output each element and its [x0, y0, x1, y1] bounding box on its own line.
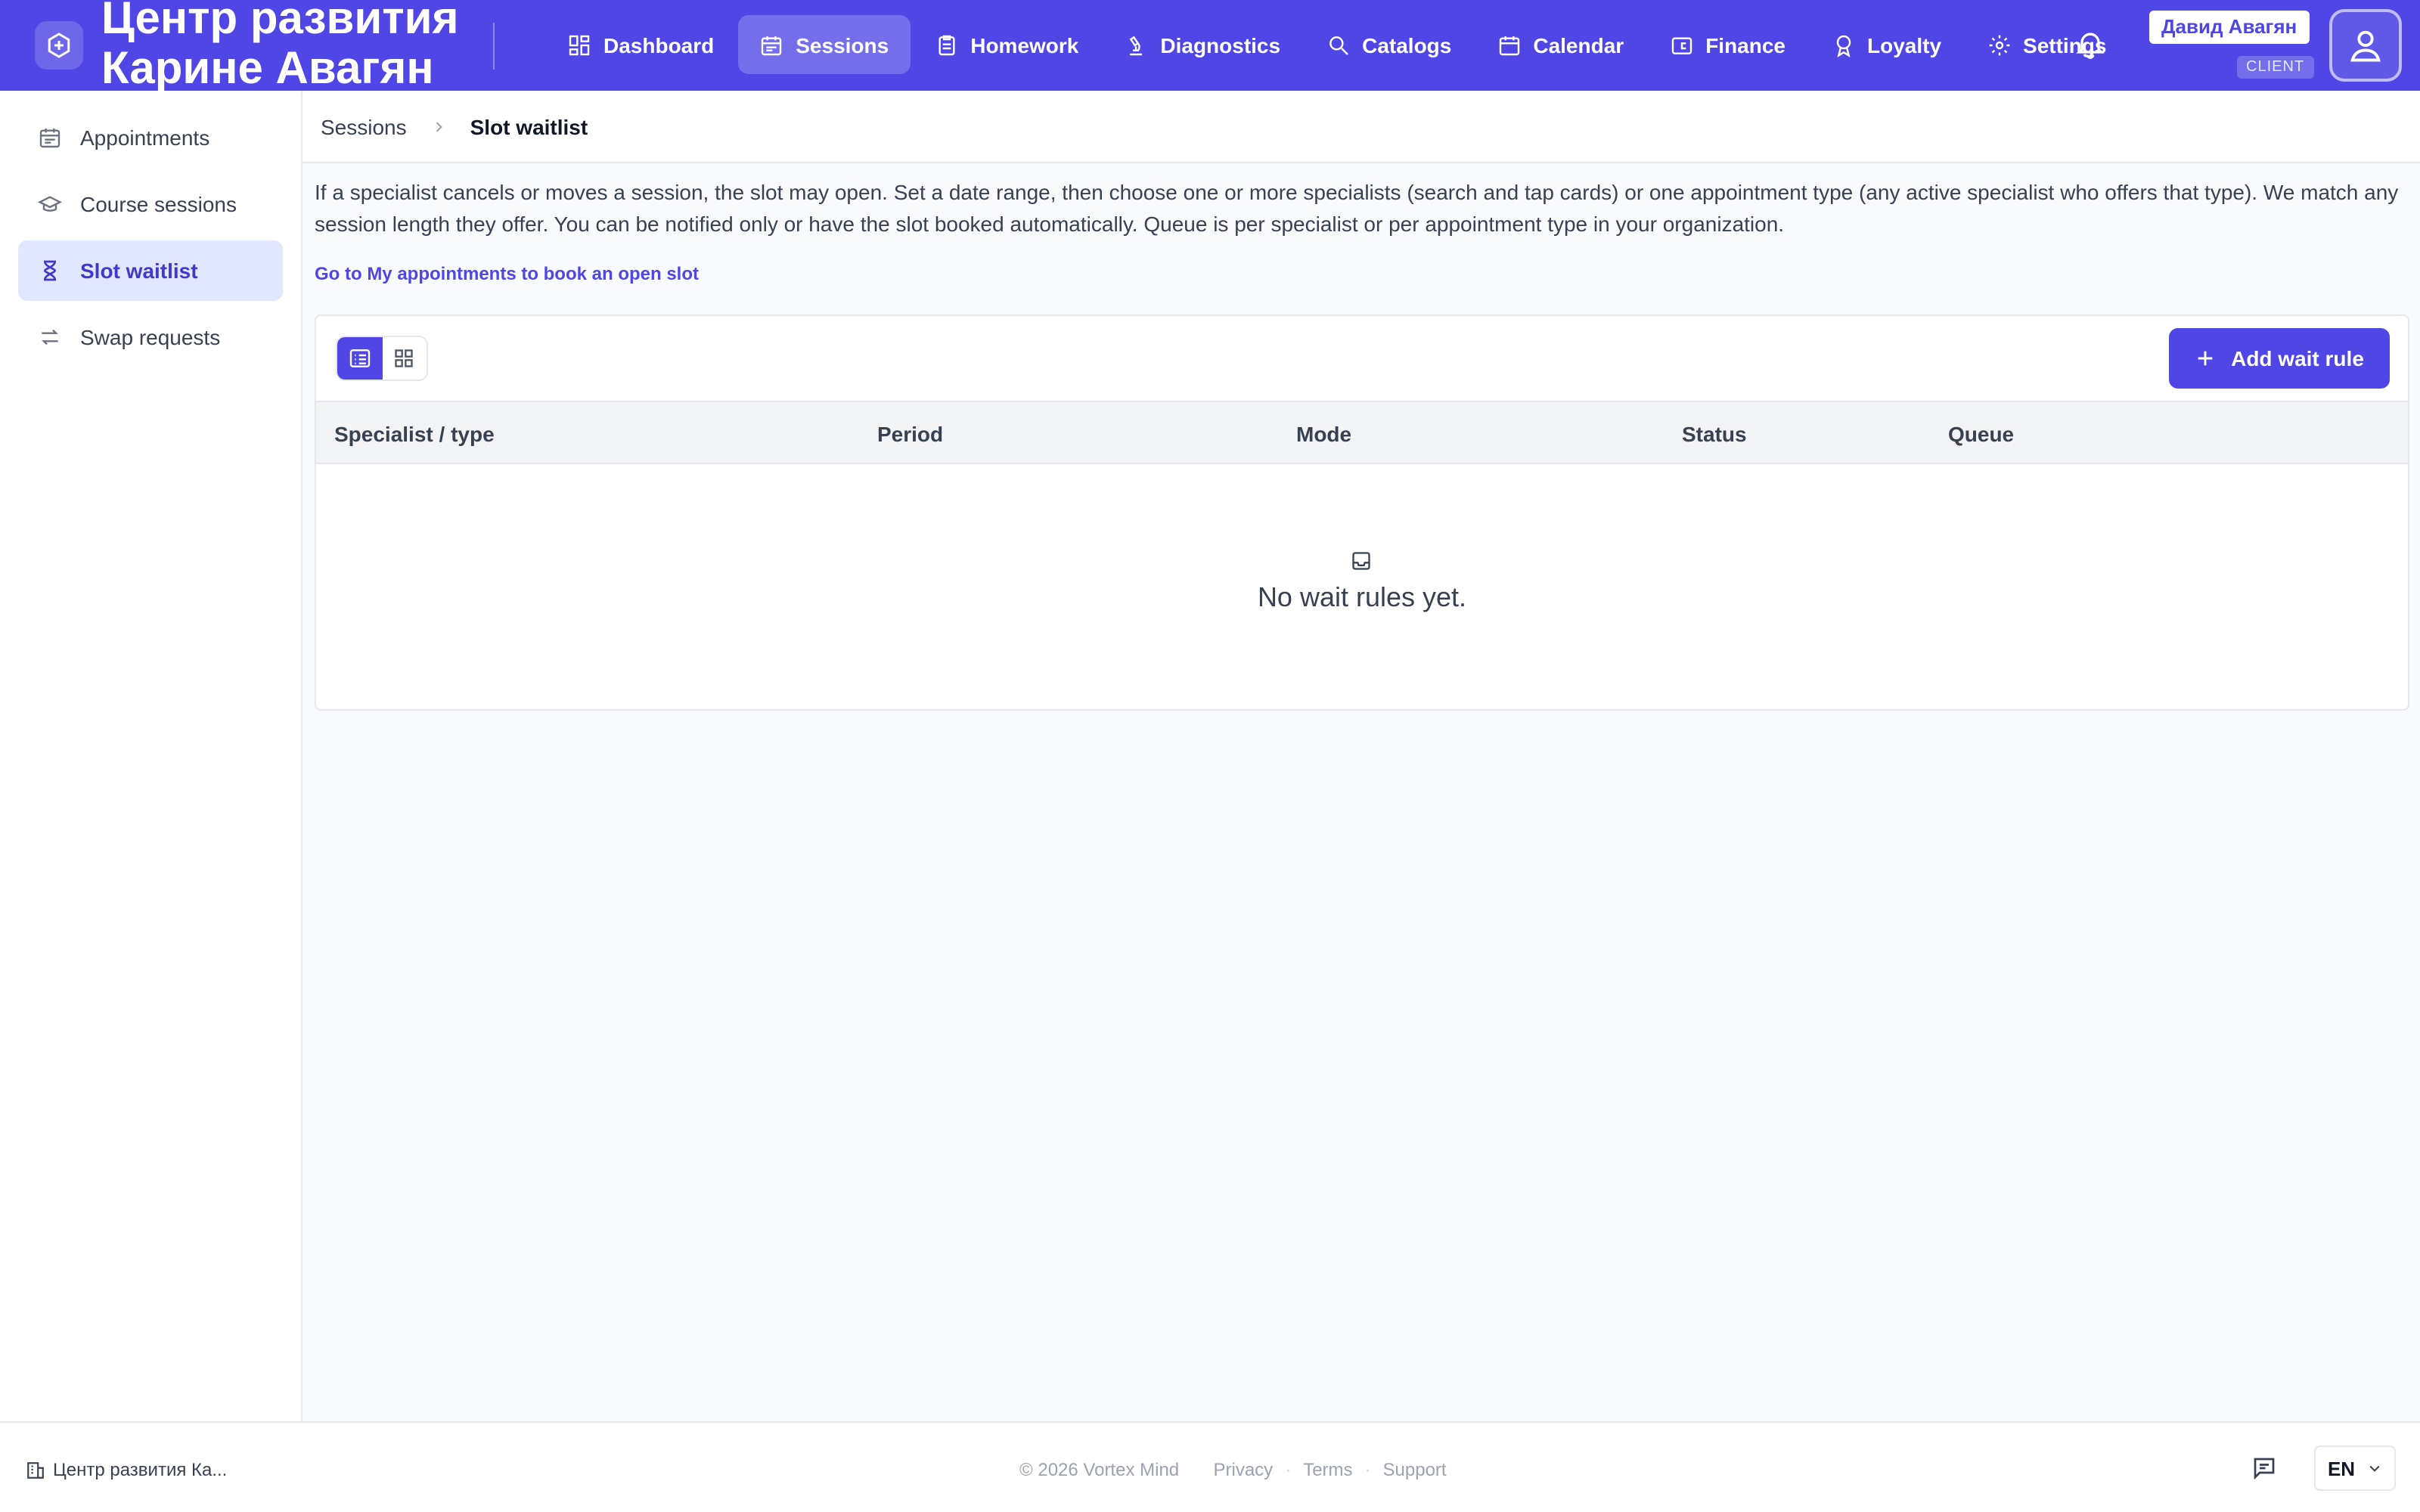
calendar-icon [1499, 36, 1519, 55]
search-icon [1329, 36, 1348, 54]
wallet-icon [1671, 36, 1692, 54]
nav-catalogs-label: Catalogs [1362, 33, 1452, 57]
notifications-bell-icon[interactable] [2074, 27, 2107, 68]
column-header-period: Period [877, 422, 944, 446]
footer-link-privacy[interactable]: Privacy [1214, 1459, 1274, 1480]
nav-finance-label: Finance [1705, 33, 1786, 57]
grid-view-button[interactable] [382, 337, 427, 380]
sidebar: Appointments Course sessions Slot waitli… [0, 91, 302, 1421]
view-toggle [336, 336, 428, 381]
plus-icon [2198, 351, 2213, 366]
nav-homework[interactable]: Homework [913, 15, 1100, 74]
sidebar-item-label: Slot waitlist [80, 259, 198, 283]
sidebar-item-label: Appointments [80, 125, 210, 150]
language-label: EN [2327, 1457, 2356, 1479]
swap-icon [42, 329, 58, 345]
footer-org-name: Центр развития Ка... [53, 1459, 228, 1480]
calendar-icon [39, 129, 60, 148]
top-bar: Центр развития Карине Авагян Dashboard S… [0, 0, 2420, 91]
inbox-icon [1351, 550, 1372, 579]
user-name-badge[interactable]: Давид Авагян [2149, 11, 2310, 44]
list-icon [349, 349, 370, 367]
nav-diagnostics-label: Diagnostics [1160, 33, 1281, 57]
nav-sessions[interactable]: Sessions [738, 15, 911, 74]
language-selector[interactable]: EN [2314, 1445, 2396, 1491]
breadcrumb-sessions-link[interactable]: Sessions [321, 114, 407, 138]
breadcrumb-current: Slot waitlist [470, 114, 588, 138]
homework-icon [938, 34, 954, 55]
book-open-slot-link[interactable]: Go to My appointments to book an open sl… [315, 263, 699, 284]
grid-icon [395, 349, 414, 367]
hourglass-icon [43, 260, 57, 281]
graduation-cap-icon [38, 196, 62, 212]
footer-separator [1191, 1459, 1201, 1480]
nav-catalogs[interactable]: Catalogs [1305, 15, 1472, 74]
gear-icon [1988, 34, 2009, 55]
page-intro-text: If a specialist cancels or moves a sessi… [315, 180, 2399, 236]
wait-rules-panel: Add wait rule Specialist / type Period M… [315, 314, 2409, 711]
copyright-text: © 2026 Vortex Mind [1019, 1459, 1180, 1480]
nav-loyalty[interactable]: Loyalty [1810, 15, 1962, 74]
empty-state: No wait rules yet. [316, 464, 2408, 709]
add-wait-rule-button[interactable]: Add wait rule [2169, 328, 2390, 389]
nav-calendar-label: Calendar [1533, 33, 1624, 57]
user-role-badge: CLIENT [2237, 56, 2314, 79]
sidebar-item-course-sessions[interactable]: Course sessions [18, 174, 283, 234]
building-icon [27, 1461, 44, 1478]
org-title: Центр развития Карине Авагян [101, 0, 459, 91]
sidebar-item-label: Swap requests [80, 325, 221, 349]
footer: Центр развития Ка... © 2026 Vortex Mind … [0, 1421, 2420, 1512]
chat-icon[interactable] [2251, 1455, 2278, 1486]
column-header-status: Status [1682, 422, 1747, 446]
column-header-queue: Queue [1948, 422, 2015, 446]
list-view-button[interactable] [337, 337, 382, 380]
breadcrumb: Sessions Slot waitlist [302, 91, 2420, 163]
nav-sessions-label: Sessions [796, 33, 889, 57]
table-header: Specialist / type Period Mode Status Que… [316, 401, 2408, 464]
main-nav: Dashboard Sessions Homework Diagnostics … [546, 15, 2131, 74]
sidebar-item-appointments[interactable]: Appointments [18, 107, 283, 168]
award-icon [1835, 34, 1851, 57]
chevron-right-icon [431, 114, 446, 138]
nav-diagnostics[interactable]: Diagnostics [1103, 15, 1302, 74]
nav-homework-label: Homework [970, 33, 1079, 57]
empty-state-text: No wait rules yet. [1257, 582, 1467, 612]
user-avatar-button[interactable] [2329, 9, 2402, 82]
sidebar-item-slot-waitlist[interactable]: Slot waitlist [18, 240, 283, 301]
header-divider [493, 23, 495, 70]
footer-links: © 2026 Vortex Mind Privacy · Terms · Sup… [1019, 1459, 1447, 1480]
column-header-mode: Mode [1296, 422, 1352, 446]
footer-link-terms[interactable]: Terms [1303, 1459, 1352, 1480]
footer-separator: · [1364, 1459, 1371, 1480]
footer-link-support[interactable]: Support [1383, 1459, 1447, 1480]
nav-calendar[interactable]: Calendar [1475, 15, 1645, 74]
user-icon [2350, 30, 2381, 62]
footer-org[interactable]: Центр развития Ка... [26, 1459, 227, 1480]
main-content: Sessions Slot waitlist If a specialist c… [302, 91, 2420, 1421]
add-wait-rule-label: Add wait rule [2231, 346, 2364, 370]
nav-finance[interactable]: Finance [1648, 15, 1807, 74]
diagnostics-icon [1130, 35, 1143, 55]
chevron-down-icon [2369, 1465, 2380, 1472]
footer-separator: · [1285, 1459, 1292, 1480]
nav-dashboard[interactable]: Dashboard [546, 15, 735, 74]
nav-loyalty-label: Loyalty [1867, 33, 1942, 57]
column-header-specialist: Specialist / type [334, 422, 495, 446]
sidebar-item-label: Course sessions [80, 192, 237, 216]
dashboard-icon [569, 34, 590, 55]
brand-logo-icon[interactable] [35, 21, 83, 70]
sidebar-item-swap-requests[interactable]: Swap requests [18, 307, 283, 367]
sessions-icon [762, 36, 782, 55]
nav-dashboard-label: Dashboard [603, 33, 715, 57]
